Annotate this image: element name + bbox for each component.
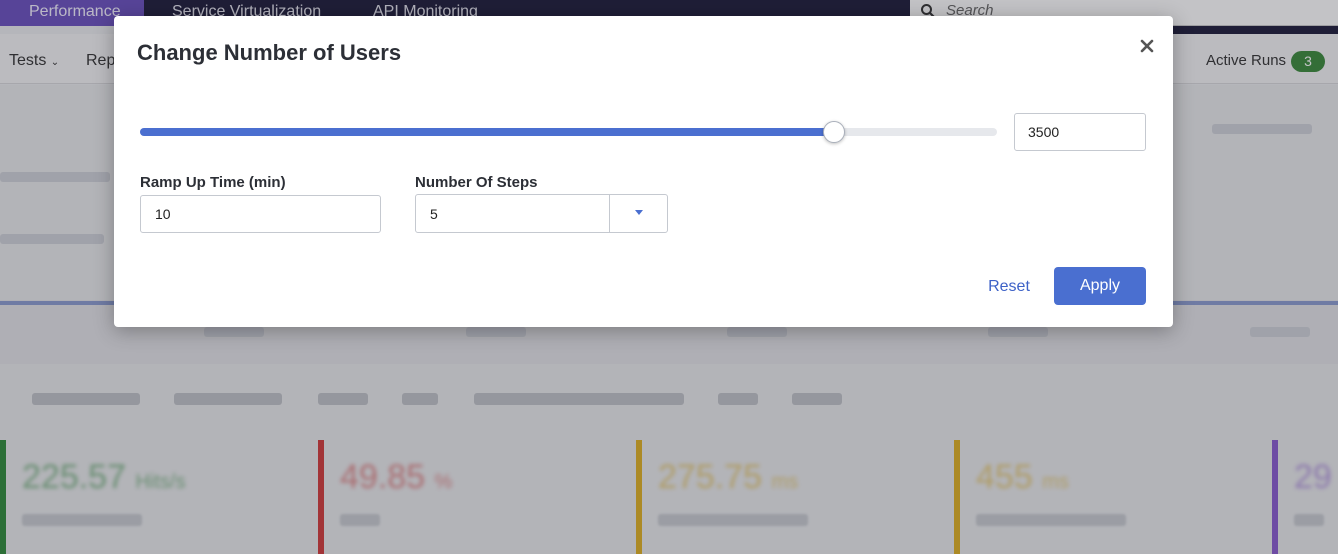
steps-selected-value: 5 — [430, 206, 438, 222]
users-slider-handle[interactable] — [823, 121, 846, 143]
select-divider — [609, 195, 610, 232]
apply-button[interactable]: Apply — [1054, 267, 1146, 305]
steps-select[interactable]: 5 — [415, 194, 668, 233]
page: Performance Service Virtualization API M… — [0, 0, 1338, 554]
steps-label: Number Of Steps — [415, 174, 538, 191]
users-slider-fill — [140, 128, 835, 136]
ramp-up-input[interactable] — [140, 195, 381, 233]
users-slider[interactable] — [140, 121, 997, 143]
dialog-title: Change Number of Users — [137, 40, 402, 65]
close-icon[interactable] — [1139, 38, 1155, 54]
users-count-input[interactable] — [1014, 113, 1146, 151]
caret-down-icon[interactable] — [634, 209, 644, 217]
ramp-up-label: Ramp Up Time (min) — [140, 174, 286, 191]
reset-button[interactable]: Reset — [980, 268, 1038, 306]
change-users-dialog: Change Number of Users Ramp Up Time (min… — [114, 16, 1173, 327]
